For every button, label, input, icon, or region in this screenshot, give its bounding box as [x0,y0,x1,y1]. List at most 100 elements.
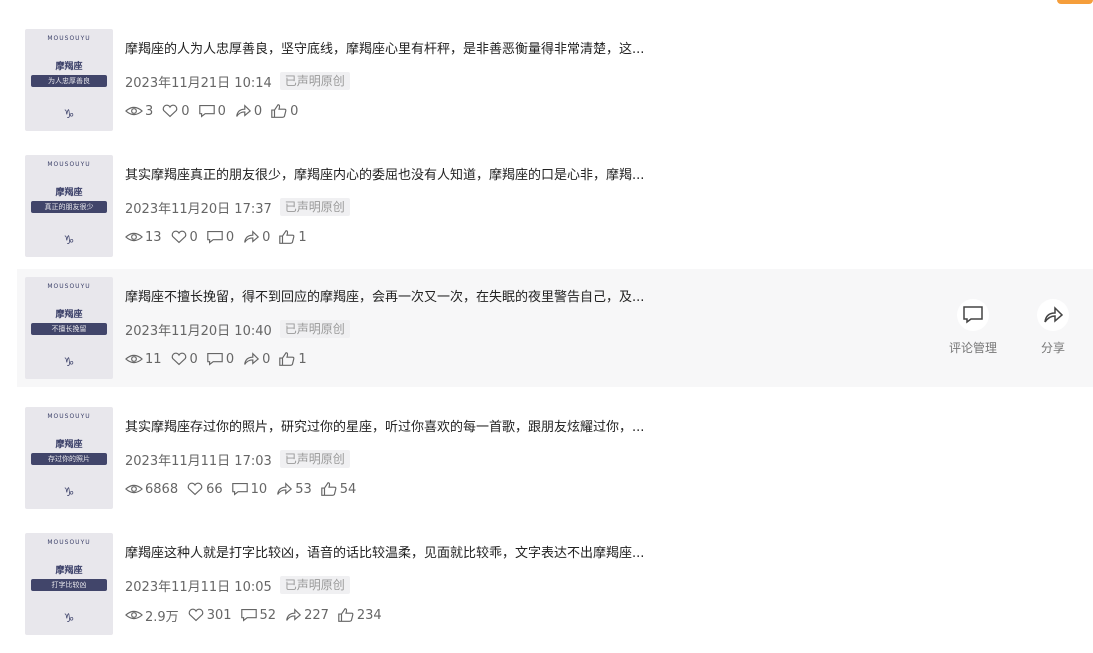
share-icon [244,230,260,243]
thumbs-up-icon [338,608,354,622]
thumbs-up-icon [279,352,295,366]
list-item[interactable]: MOUSOUYU 摩羯座 存过你的照片 ♑ 其实摩羯座存过你的照片，研究过你的星… [17,395,1093,509]
share-icon [244,352,260,365]
thumbs-up-stat: 54 [320,481,356,497]
thumbnail-brand: MOUSOUYU [47,35,91,42]
comment-manage-label: 评论管理 [948,341,997,355]
thumbnail-brand: MOUSOUYU [47,283,91,290]
comments-stat: 52 [240,607,276,623]
original-badge: 已声明原创 [279,72,350,90]
thumbs-up-icon [271,104,287,118]
post-title[interactable]: 其实摩羯座存过你的照片，研究过你的星座，听过你喜欢的每一首歌，跟朋友炫耀过你，.… [125,419,845,437]
capricorn-symbol-icon: ♑ [63,233,75,247]
likes-stat: 0 [161,103,190,119]
thumbnail-brand: MOUSOUYU [47,539,91,546]
thumbs-up-stat: 1 [278,229,307,245]
eye-icon [125,232,143,242]
thumbnail-brand: MOUSOUYU [47,413,91,420]
eye-icon [125,106,143,116]
thumbnail-banner: 为人忠厚善良 [31,75,107,87]
post-list: MOUSOUYU 摩羯座 为人忠厚善良 ♑ 摩羯座的人为人忠厚善良，坚守底线，摩… [17,17,1093,635]
post-thumbnail[interactable]: MOUSOUYU 摩羯座 真正的朋友很少 ♑ [25,155,113,257]
thumbnail-sign: 摩羯座 [55,566,83,576]
post-date: 2023年11月11日 10:05 [125,579,272,595]
share-button[interactable]: 分享 [1013,299,1093,356]
list-item[interactable]: MOUSOUYU 摩羯座 打字比较凶 ♑ 摩羯座这种人就是打字比较凶，语音的话比… [17,521,1093,635]
shares-stat: 0 [234,103,262,119]
thumbs-up-icon [279,230,295,244]
thumbnail-sign: 摩羯座 [55,62,83,72]
heart-icon [187,482,203,496]
views-stat: 2.9万 [125,606,179,625]
capricorn-symbol-icon: ♑ [63,107,75,121]
capricorn-symbol-icon: ♑ [63,611,75,625]
original-badge: 已声明原创 [279,450,350,468]
comment-manage-button[interactable]: 评论管理 [933,299,1013,356]
comments-stat: 0 [206,229,234,245]
post-thumbnail[interactable]: MOUSOUYU 摩羯座 存过你的照片 ♑ [25,407,113,509]
post-date: 2023年11月20日 17:37 [125,201,272,217]
thumbnail-banner: 不擅长挽留 [31,323,107,335]
likes-stat: 66 [186,481,223,497]
comments-stat: 0 [198,103,226,119]
post-title[interactable]: 摩羯座这种人就是打字比较凶，语音的话比较温柔，见面就比较乖，文字表达不出摩羯座.… [125,545,845,563]
hover-actions: 评论管理 分享 [933,299,1093,356]
heart-icon [162,104,178,118]
comment-icon [198,105,215,118]
thumbnail-banner: 存过你的照片 [31,453,107,465]
views-stat: 3 [125,103,153,119]
list-item[interactable]: MOUSOUYU 摩羯座 不擅长挽留 ♑ 摩羯座不擅长挽留，得不到回应的摩羯座，… [17,269,1093,387]
thumbs-up-icon [320,482,337,496]
original-badge: 已声明原创 [279,320,350,338]
post-date: 2023年11月20日 10:40 [125,323,272,339]
thumbnail-banner: 真正的朋友很少 [31,201,107,213]
post-thumbnail[interactable]: MOUSOUYU 摩羯座 为人忠厚善良 ♑ [25,29,113,131]
share-icon [286,608,302,621]
comment-icon [207,231,223,244]
shares-stat: 0 [242,229,270,245]
eye-icon [125,354,143,364]
original-badge: 已声明原创 [279,576,350,594]
eye-icon [125,610,143,620]
views-stat: 6868 [125,481,178,497]
thumbs-up-stat: 1 [278,351,307,367]
share-icon [235,104,251,117]
post-title[interactable]: 摩羯座的人为人忠厚善良，坚守底线，摩羯座心里有杆秤，是非善恶衡量得非常清楚，这.… [125,41,845,59]
views-stat: 11 [125,351,162,367]
eye-icon [125,484,143,494]
heart-icon [171,352,186,366]
thumbs-up-stat: 234 [337,607,382,623]
share-icon [277,482,293,495]
thumbnail-sign: 摩羯座 [55,440,83,450]
top-corner-accent [1057,0,1093,4]
comment-icon [231,483,248,496]
share-icon [1044,306,1064,323]
heart-icon [188,608,204,622]
post-thumbnail[interactable]: MOUSOUYU 摩羯座 打字比较凶 ♑ [25,533,113,635]
likes-stat: 0 [170,351,198,367]
shares-stat: 0 [242,351,270,367]
original-badge: 已声明原创 [279,198,350,216]
post-title[interactable]: 其实摩羯座真正的朋友很少，摩羯座内心的委屈也没有人知道，摩羯座的口是心非，摩羯.… [125,167,845,185]
post-title[interactable]: 摩羯座不擅长挽留，得不到回应的摩羯座，会再一次又一次，在失眠的夜里警告自己，及.… [125,289,845,307]
likes-stat: 0 [170,229,198,245]
thumbnail-sign: 摩羯座 [55,188,83,198]
post-date: 2023年11月11日 17:03 [125,453,272,469]
post-date: 2023年11月21日 10:14 [125,75,272,91]
list-item[interactable]: MOUSOUYU 摩羯座 真正的朋友很少 ♑ 其实摩羯座真正的朋友很少，摩羯座内… [17,143,1093,257]
shares-stat: 227 [284,607,329,623]
thumbnail-banner: 打字比较凶 [31,579,107,591]
comments-stat: 0 [206,351,234,367]
thumbnail-sign: 摩羯座 [55,310,83,320]
post-thumbnail[interactable]: MOUSOUYU 摩羯座 不擅长挽留 ♑ [25,277,113,379]
capricorn-symbol-icon: ♑ [63,355,75,369]
share-label: 分享 [1040,341,1065,355]
comment-icon [207,353,223,366]
thumbs-up-stat: 0 [270,103,298,119]
thumbnail-brand: MOUSOUYU [47,161,91,168]
comment-icon [963,306,983,324]
likes-stat: 301 [187,607,232,623]
comments-stat: 10 [231,481,267,497]
shares-stat: 53 [275,481,312,497]
list-item[interactable]: MOUSOUYU 摩羯座 为人忠厚善良 ♑ 摩羯座的人为人忠厚善良，坚守底线，摩… [17,17,1093,131]
